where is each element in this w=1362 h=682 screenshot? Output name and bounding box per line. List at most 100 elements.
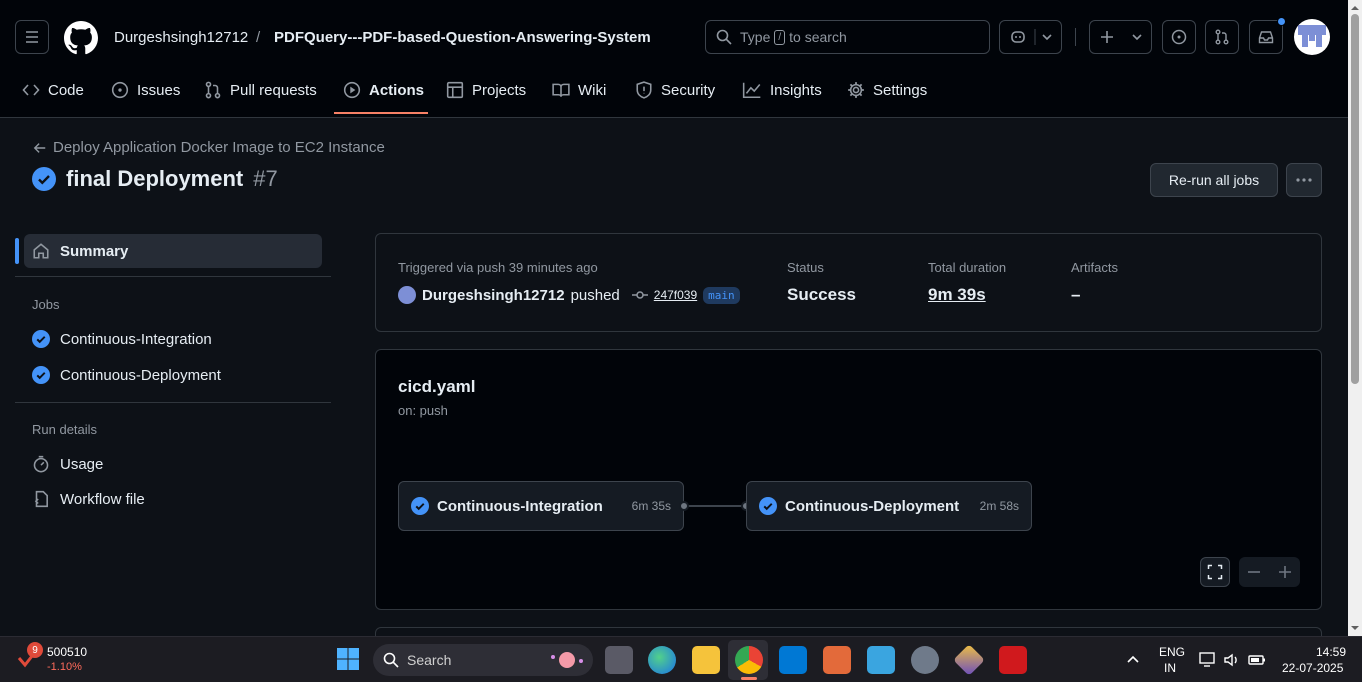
commit-icon — [631, 291, 648, 299]
zoom-in-button[interactable] — [1269, 557, 1300, 587]
fullscreen-button[interactable] — [1200, 557, 1230, 587]
scroll-up-arrow-icon — [1351, 6, 1359, 10]
check-circle-icon — [32, 366, 50, 384]
more-options-button[interactable] — [1286, 163, 1322, 197]
github-logo[interactable] — [64, 21, 98, 55]
sidebar-item-summary[interactable]: Summary — [24, 234, 322, 268]
language-indicator-top[interactable]: ENG — [1159, 645, 1185, 659]
copilot-icon — [1010, 29, 1052, 45]
stock-name[interactable]: 500510 — [47, 645, 87, 659]
taskbar-search[interactable]: Search — [373, 644, 593, 676]
tab-pull-requests[interactable]: Pull requests — [204, 78, 317, 102]
actor-avatar[interactable] — [398, 286, 416, 304]
language-indicator-bottom: IN — [1164, 661, 1176, 675]
job-node-continuous-integration[interactable]: Continuous-Integration 6m 35s — [398, 481, 684, 531]
tab-label: Pull requests — [230, 81, 317, 99]
push-action: pushed — [570, 286, 620, 304]
kebab-horizontal-icon — [1296, 178, 1312, 182]
vscode-icon[interactable] — [779, 646, 807, 674]
tab-label: Settings — [873, 81, 928, 99]
search-input[interactable]: Type / to search — [705, 20, 990, 54]
sidebar-item-continuous-integration[interactable]: Continuous-Integration — [24, 322, 322, 356]
code-icon — [22, 84, 40, 96]
tab-label: Code — [48, 81, 84, 99]
notepad-icon[interactable] — [867, 646, 895, 674]
windows-start-icon[interactable] — [336, 647, 360, 671]
tab-issues[interactable]: Issues — [111, 78, 180, 102]
run-number: #7 — [253, 166, 278, 191]
settings-gear-icon[interactable] — [911, 646, 939, 674]
rerun-all-jobs-button[interactable]: Re-run all jobs — [1150, 163, 1278, 197]
tab-projects[interactable]: Projects — [446, 78, 526, 102]
tab-label: Projects — [472, 81, 527, 99]
tab-wiki[interactable]: Wiki — [552, 78, 606, 102]
tab-code[interactable]: Code — [22, 78, 84, 102]
search-placeholder-suffix: to search — [789, 29, 847, 45]
play-icon — [343, 81, 361, 99]
workflow-file-name[interactable]: cicd.yaml — [398, 377, 476, 397]
workflow-back-link[interactable]: Deploy Application Docker Image to EC2 I… — [33, 139, 385, 156]
chevron-up-icon[interactable] — [1126, 654, 1140, 664]
sidebar-divider — [15, 402, 331, 403]
tab-actions[interactable]: Actions — [343, 78, 424, 102]
battery-icon[interactable] — [1247, 651, 1267, 669]
artifacts-value: – — [1071, 285, 1081, 304]
issue-icon — [111, 81, 129, 99]
branch-badge[interactable]: main — [703, 286, 740, 304]
edge-browser-icon[interactable] — [648, 646, 676, 674]
run-title-text: final Deployment — [66, 166, 244, 191]
task-view-icon[interactable] — [605, 646, 633, 674]
taskbar: 9 500510 -1.10% Search ENG IN 14:59 22-0… — [0, 636, 1362, 682]
clock-date[interactable]: 22-07-2025 — [1282, 661, 1343, 675]
copilot-button[interactable] — [999, 20, 1062, 54]
plus-icon — [1278, 566, 1291, 578]
header-divider — [1075, 28, 1076, 46]
pdf-reader-icon[interactable] — [999, 646, 1027, 674]
file-explorer-icon[interactable] — [692, 646, 720, 674]
status-label: Status — [787, 260, 824, 275]
book-icon — [552, 83, 570, 97]
pull-requests-button[interactable] — [1205, 20, 1239, 54]
create-new-button[interactable] — [1089, 20, 1152, 54]
zoom-out-button[interactable] — [1239, 557, 1269, 587]
menu-button[interactable] — [15, 20, 49, 54]
tab-label: Security — [661, 81, 716, 99]
claude-app-icon[interactable] — [823, 646, 851, 674]
issues-button[interactable] — [1162, 20, 1196, 54]
repo-owner-link[interactable]: Durgeshsingh12712 — [114, 29, 248, 46]
volume-icon[interactable] — [1223, 651, 1241, 669]
tab-label: Issues — [137, 81, 181, 99]
avatar-identicon — [1298, 25, 1326, 47]
chrome-browser-icon[interactable] — [735, 646, 763, 674]
actor-link[interactable]: Durgeshsingh12712 — [422, 287, 565, 304]
tab-settings[interactable]: Settings — [847, 78, 927, 102]
tab-insights[interactable]: Insights — [742, 78, 822, 102]
git-diamond-icon[interactable] — [953, 644, 985, 676]
search-icon — [383, 652, 399, 668]
pull-request-icon — [1215, 29, 1229, 45]
sidebar-item-label: Workflow file — [60, 490, 145, 508]
file-code-icon — [34, 490, 48, 508]
repo-name-link[interactable]: PDFQuery---PDF-based-Question-Answering-… — [274, 29, 651, 46]
sidebar-item-continuous-deployment[interactable]: Continuous-Deployment — [24, 358, 322, 392]
scrollbar-thumb[interactable] — [1351, 14, 1359, 384]
fullscreen-icon — [1207, 564, 1223, 580]
sidebar-item-label: Summary — [60, 242, 129, 260]
inbox-icon — [1258, 31, 1274, 44]
clock-time[interactable]: 14:59 — [1316, 645, 1346, 659]
sidebar-item-usage[interactable]: Usage — [24, 447, 322, 481]
sidebar-divider — [15, 276, 331, 277]
scrollbar[interactable] — [1348, 0, 1362, 636]
plus-icon — [1100, 31, 1142, 43]
duration-value[interactable]: 9m 39s — [928, 285, 986, 305]
avatar[interactable] — [1294, 19, 1330, 55]
tab-security[interactable]: Security — [635, 78, 715, 102]
zoom-controls — [1239, 557, 1300, 587]
job-connector-line — [687, 505, 745, 507]
run-details-heading: Run details — [32, 422, 98, 437]
network-icon[interactable] — [1199, 651, 1217, 669]
job-node-continuous-deployment[interactable]: Continuous-Deployment 2m 58s — [746, 481, 1032, 531]
commit-sha-link[interactable]: 247f039 — [654, 288, 697, 302]
sidebar-item-workflow-file[interactable]: Workflow file — [24, 482, 322, 516]
graph-icon — [742, 82, 761, 98]
